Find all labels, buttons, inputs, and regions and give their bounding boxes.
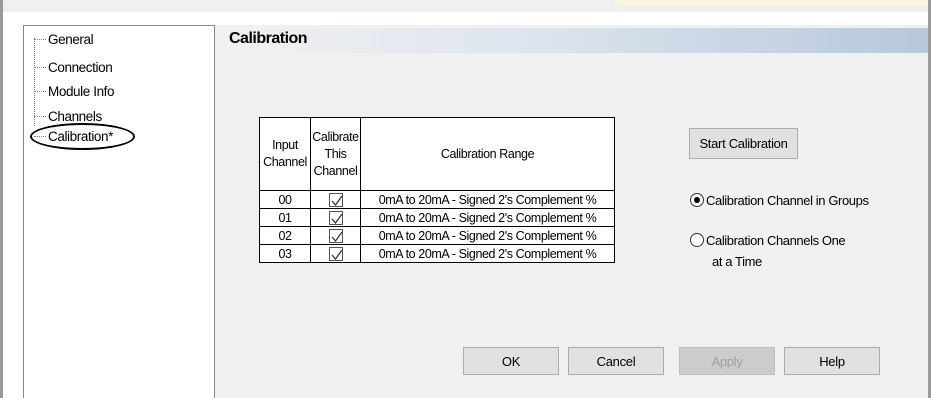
table-row: 00 0mA to 20mA - Signed 2's Complement % — [259, 190, 615, 209]
table-row: 03 0mA to 20mA - Signed 2's Complement % — [259, 244, 615, 263]
calibration-table: Input Channel Calibrate This Channel Cal… — [259, 117, 615, 263]
channel-number: 02 — [278, 228, 292, 243]
window-left-border — [0, 0, 3, 398]
tree-item-channels[interactable]: Channels — [34, 108, 102, 124]
tree-item-label: Connection — [48, 59, 113, 75]
tree-item-label: Channels — [48, 108, 102, 124]
tree-item-general[interactable]: General — [34, 31, 94, 47]
radio-unselected-icon[interactable] — [690, 233, 704, 247]
radio-calibration-one-at-a-time[interactable]: Calibration Channels One at a Time — [690, 232, 846, 271]
calibrate-checkbox[interactable] — [328, 229, 343, 244]
header-calibrate-this-channel: Calibrate This Channel — [310, 117, 361, 191]
header-line: Calibrate — [312, 129, 359, 144]
calibrate-checkbox[interactable] — [328, 193, 343, 208]
channel-number: 03 — [278, 246, 292, 261]
tree-item-module-info[interactable]: Module Info — [34, 83, 115, 99]
header-line: This — [324, 146, 347, 161]
header-line: Channel — [313, 163, 358, 178]
page-title-bar: Calibration — [228, 28, 928, 53]
radio-label-line: at a Time — [712, 254, 762, 269]
tree-branch-icon — [34, 66, 46, 68]
ok-label: OK — [501, 353, 521, 369]
calibrate-cell — [310, 244, 361, 263]
radio-label: Calibration Channel in Groups — [706, 193, 869, 208]
radio-label: Calibration Channels One at a Time — [706, 232, 846, 271]
tree-item-connection[interactable]: Connection — [34, 59, 113, 75]
help-button[interactable]: Help — [784, 347, 880, 375]
apply-button[interactable]: Apply — [679, 347, 775, 375]
tree-branch-icon — [34, 38, 46, 40]
calibrate-cell — [310, 208, 361, 227]
window-top-edge — [0, 0, 931, 12]
help-label: Help — [819, 353, 845, 369]
radio-selected-icon[interactable] — [690, 193, 704, 207]
tree-item-label: Module Info — [48, 83, 115, 99]
header-input-channel: Input Channel — [259, 117, 311, 191]
header-line: Channel — [263, 155, 307, 169]
page-title: Calibration — [229, 30, 308, 47]
header-calibration-range: Calibration Range — [360, 117, 615, 191]
calibrate-checkbox[interactable] — [328, 247, 343, 262]
calibration-range-cell[interactable]: 0mA to 20mA - Signed 2's Complement % — [360, 244, 615, 263]
tree-branch-icon — [34, 115, 46, 117]
calibrate-checkbox[interactable] — [328, 211, 343, 226]
checkmark-icon — [331, 231, 343, 243]
calibration-range-cell[interactable]: 0mA to 20mA - Signed 2's Complement % — [360, 226, 615, 245]
tree-branch-icon — [34, 90, 46, 92]
table-header-row: Input Channel Calibrate This Channel Cal… — [259, 117, 615, 191]
table-row: 01 0mA to 20mA - Signed 2's Complement % — [259, 208, 615, 227]
channel-number: 00 — [278, 192, 292, 207]
radio-label-line: Calibration Channels One — [706, 233, 846, 248]
start-calibration-button[interactable]: Start Calibration — [689, 128, 798, 159]
calibrate-cell — [310, 190, 361, 209]
radio-calibration-in-groups[interactable]: Calibration Channel in Groups — [690, 192, 869, 210]
calibrate-cell — [310, 226, 361, 245]
highlight-ellipse — [30, 123, 135, 150]
checkmark-icon — [331, 213, 343, 225]
apply-label: Apply — [711, 353, 743, 369]
cancel-button[interactable]: Cancel — [568, 347, 664, 375]
cancel-label: Cancel — [596, 353, 636, 369]
channel-number: 01 — [278, 210, 292, 225]
checkmark-icon — [331, 249, 343, 261]
calibration-page: Calibration Input Channel Calibrate This… — [215, 25, 928, 398]
calibration-range-cell[interactable]: 0mA to 20mA - Signed 2's Complement % — [360, 208, 615, 227]
table-row: 02 0mA to 20mA - Signed 2's Complement % — [259, 226, 615, 245]
top-edge-accent — [615, 0, 931, 5]
channel-cell: 03 — [259, 244, 311, 263]
ok-button[interactable]: OK — [463, 347, 559, 375]
category-tree: General Connection Module Info Channels … — [23, 25, 215, 398]
checkmark-icon — [331, 195, 343, 207]
start-calibration-label: Start Calibration — [699, 136, 788, 151]
header-line: Input — [272, 138, 298, 152]
channel-cell: 01 — [259, 208, 311, 227]
channel-cell: 00 — [259, 190, 311, 209]
tree-item-label: General — [48, 31, 94, 47]
channel-cell: 02 — [259, 226, 311, 245]
calibration-range-cell[interactable]: 0mA to 20mA - Signed 2's Complement % — [360, 190, 615, 209]
